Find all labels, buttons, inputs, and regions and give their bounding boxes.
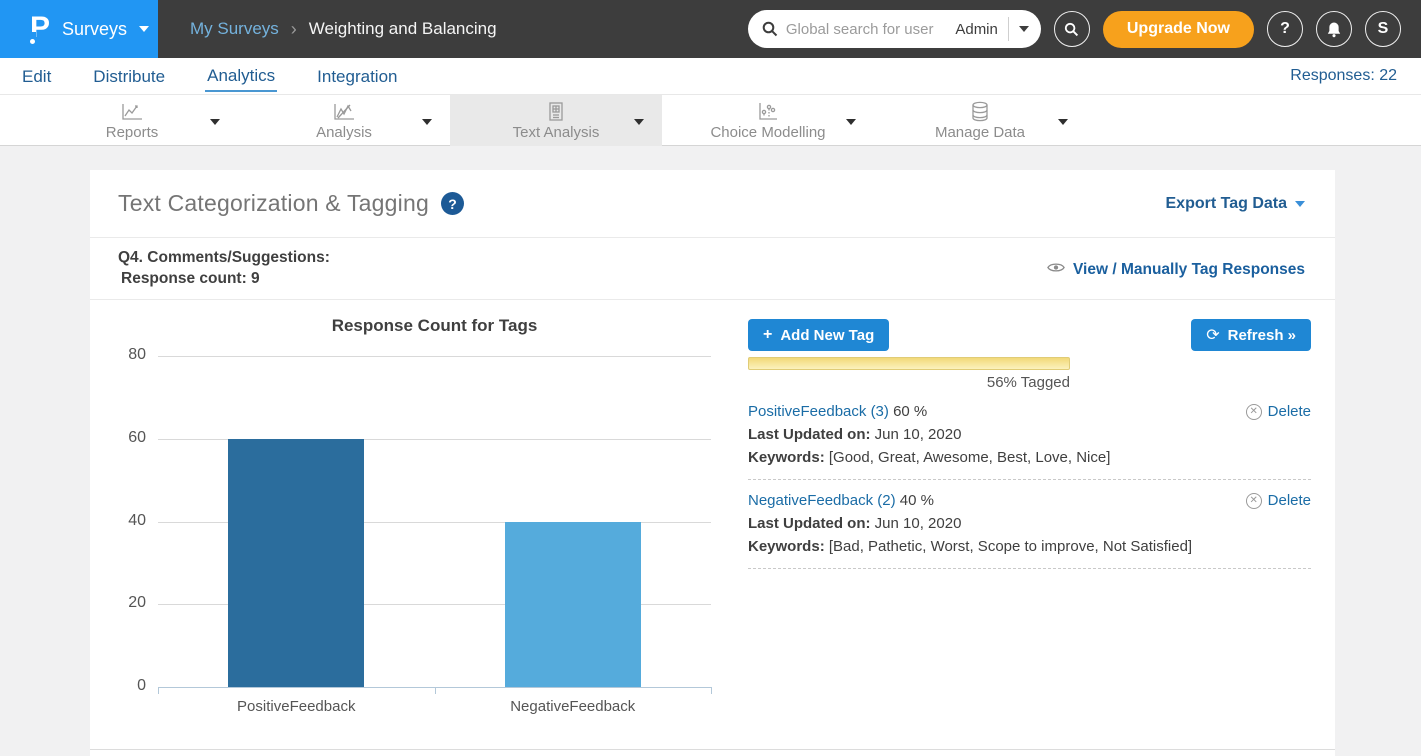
add-new-tag-button[interactable]: + Add New Tag [748, 319, 889, 351]
chart-bar-positivefeedback [228, 439, 364, 687]
chevron-down-icon[interactable] [634, 119, 644, 125]
nav-item-analytics[interactable]: Analytics [205, 60, 277, 92]
circled-x-icon: ✕ [1246, 404, 1262, 420]
y-axis-tick-label: 80 [98, 346, 146, 364]
y-axis-tick-label: 60 [98, 429, 146, 447]
page-title: Text Categorization & Tagging [118, 190, 429, 217]
question-block: Q4. Comments/Suggestions: Response count… [118, 247, 330, 289]
tab-text-analysis[interactable]: Text Analysis [450, 95, 662, 146]
tagged-progress-bar [748, 357, 1070, 370]
delete-tag-button[interactable]: ✕ Delete [1246, 403, 1311, 420]
refresh-icon: ⟳ [1206, 325, 1219, 345]
x-axis-tick [435, 687, 436, 694]
refresh-button[interactable]: ⟳ Refresh » [1191, 319, 1311, 351]
chevron-down-icon [139, 26, 149, 32]
chevron-down-icon [1019, 26, 1029, 32]
tab-manage-data[interactable]: Manage Data [874, 95, 1086, 146]
x-axis-category-label: PositiveFeedback [186, 698, 406, 715]
y-axis-tick-label: 20 [98, 594, 146, 612]
global-search-bar[interactable]: Admin [748, 10, 1041, 48]
trend-chart-icon [332, 102, 356, 122]
nav-item-integration[interactable]: Integration [315, 61, 399, 91]
tag-name-link[interactable]: PositiveFeedback (3) [748, 403, 889, 420]
tag-name-link[interactable]: NegativeFeedback (2) [748, 492, 896, 509]
bell-icon [1326, 21, 1342, 38]
tag-panel: + Add New Tag ⟳ Refresh » 56% Tagged Pos… [748, 300, 1335, 735]
chevron-down-icon[interactable] [210, 119, 220, 125]
chevron-down-icon[interactable] [1058, 119, 1068, 125]
scatter-chart-icon [757, 102, 779, 122]
line-chart-icon [120, 102, 144, 122]
help-button[interactable]: ? [1267, 11, 1303, 47]
breadcrumb-my-surveys[interactable]: My Surveys [190, 19, 279, 39]
nav-item-distribute[interactable]: Distribute [91, 61, 167, 91]
database-icon [969, 102, 991, 122]
chevron-down-icon[interactable] [422, 119, 432, 125]
tag-percent: 60 % [893, 403, 927, 420]
questionpro-logo-icon: P [30, 13, 50, 45]
tag-entry-negativefeedback: NegativeFeedback (2) 40 % Last Updated o… [748, 480, 1311, 569]
tab-choice-modelling[interactable]: Choice Modelling [662, 95, 874, 146]
x-axis-tick [711, 687, 712, 694]
eye-icon [1047, 261, 1065, 274]
plus-icon: + [763, 326, 772, 344]
survey-nav: Edit Distribute Analytics Integration Re… [0, 58, 1421, 95]
export-tag-data-dropdown[interactable]: Export Tag Data [1166, 195, 1306, 213]
x-axis-tick [158, 687, 159, 694]
search-scope-dropdown[interactable]: Admin [955, 17, 1029, 41]
global-search-input[interactable] [786, 21, 947, 38]
document-table-icon [546, 102, 566, 122]
breadcrumb-separator: › [291, 19, 297, 40]
responses-count: Responses: 22 [1290, 67, 1397, 85]
gridline [158, 356, 711, 357]
question-mark-icon: ? [1280, 20, 1290, 38]
question-title: Q4. Comments/Suggestions: [118, 247, 330, 268]
y-axis-tick-label: 0 [98, 677, 146, 695]
tab-analysis[interactable]: Analysis [238, 95, 450, 146]
user-avatar[interactable]: S [1365, 11, 1401, 47]
delete-tag-button[interactable]: ✕ Delete [1246, 492, 1311, 509]
chart-title: Response Count for Tags [158, 316, 711, 336]
y-axis-tick-label: 40 [98, 512, 146, 530]
help-icon[interactable]: ? [441, 192, 464, 215]
card-bottom-divider [90, 749, 1335, 750]
response-count: Response count: 9 [118, 268, 330, 289]
view-manually-tag-link[interactable]: View / Manually Tag Responses [1047, 261, 1305, 289]
upgrade-now-button[interactable]: Upgrade Now [1103, 11, 1254, 48]
bar-chart: Response Count for Tags 0 20 40 60 80 Positiv… [98, 300, 748, 735]
chevron-down-icon[interactable] [846, 119, 856, 125]
product-switcher[interactable]: P Surveys [0, 0, 158, 58]
breadcrumb-current-survey: Weighting and Balancing [309, 19, 497, 39]
tagged-progress-caption: 56% Tagged [748, 374, 1070, 391]
search-button[interactable] [1054, 11, 1090, 47]
tab-reports[interactable]: Reports [26, 95, 238, 146]
notifications-button[interactable] [1316, 11, 1352, 47]
text-tagging-card: Text Categorization & Tagging ? Export T… [90, 170, 1335, 756]
circled-x-icon: ✕ [1246, 493, 1262, 509]
breadcrumb: My Surveys › Weighting and Balancing [190, 19, 497, 40]
nav-item-edit[interactable]: Edit [20, 61, 53, 91]
tag-entry-positivefeedback: PositiveFeedback (3) 60 % Last Updated o… [748, 391, 1311, 480]
tag-percent: 40 % [900, 492, 934, 509]
top-bar: P Surveys My Surveys › Weighting and Bal… [0, 0, 1421, 58]
search-icon [1064, 22, 1079, 37]
analytics-toolbar: Reports Analysis Text Analysis [0, 95, 1421, 146]
product-label: Surveys [62, 19, 127, 40]
x-axis-category-label: NegativeFeedback [463, 698, 683, 715]
chevron-down-icon [1295, 201, 1305, 207]
chart-bar-negativefeedback [505, 522, 641, 688]
search-icon [762, 21, 778, 37]
